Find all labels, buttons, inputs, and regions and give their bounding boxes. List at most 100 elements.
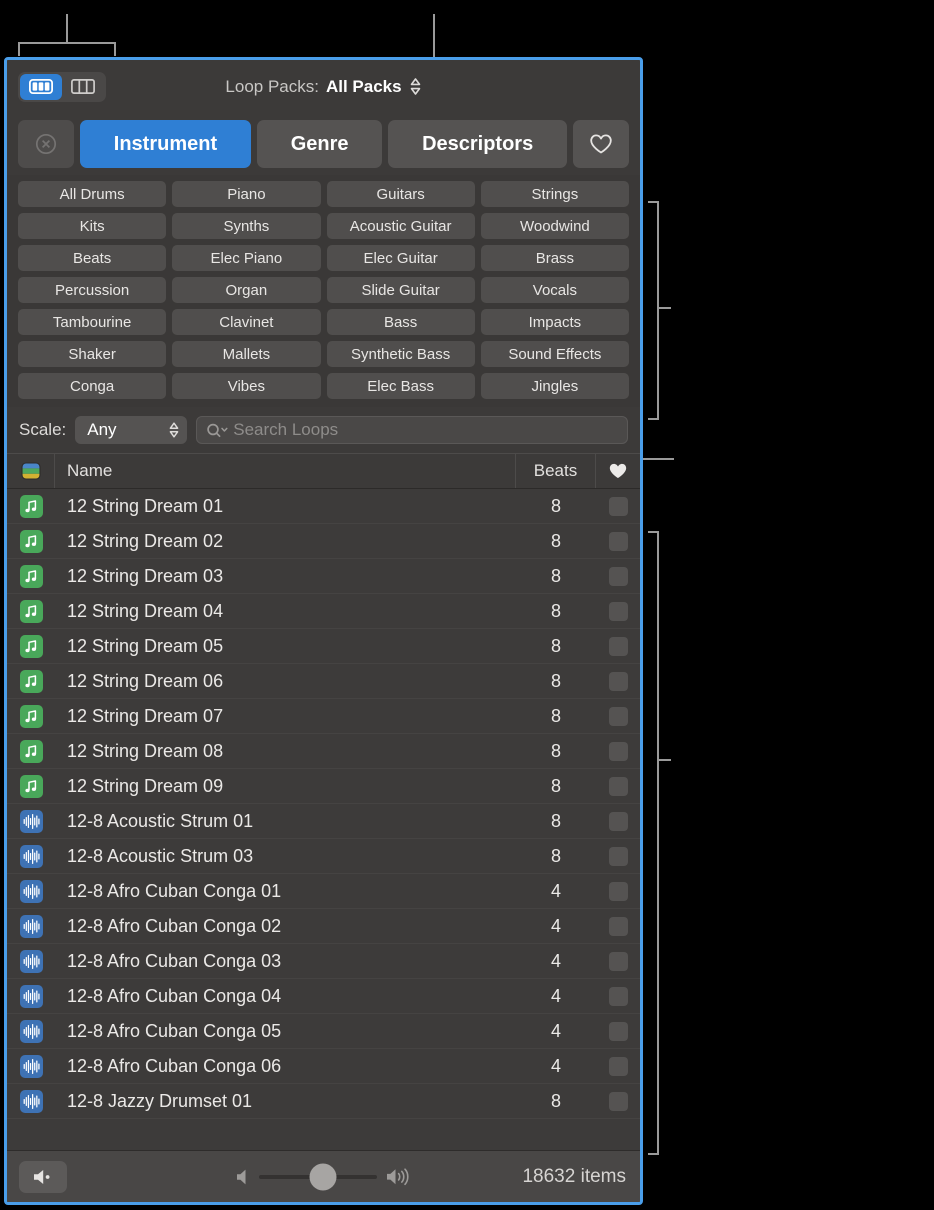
loop-row[interactable]: 12-8 Afro Cuban Conga 054	[7, 1014, 640, 1049]
category-button[interactable]: Elec Guitar	[327, 245, 475, 271]
favorite-checkbox[interactable]	[609, 847, 628, 866]
loop-row[interactable]: 12 String Dream 088	[7, 734, 640, 769]
favorite-checkbox[interactable]	[609, 672, 628, 691]
loop-beats: 4	[516, 1021, 596, 1042]
category-button[interactable]: Impacts	[481, 309, 629, 335]
category-button[interactable]: Guitars	[327, 181, 475, 207]
scale-search-row: Scale: Any Search Loops	[7, 407, 640, 453]
tab-descriptors[interactable]: Descriptors	[388, 120, 567, 168]
view-mode-segmented-control[interactable]	[18, 72, 106, 102]
category-button[interactable]: Piano	[172, 181, 320, 207]
favorite-checkbox[interactable]	[609, 637, 628, 656]
category-button[interactable]: Synthetic Bass	[327, 341, 475, 367]
loop-type-cell	[7, 495, 55, 518]
category-button[interactable]: Jingles	[481, 373, 629, 399]
favorite-checkbox[interactable]	[609, 497, 628, 516]
loop-packs-stepper[interactable]	[409, 77, 422, 96]
favorite-checkbox[interactable]	[609, 532, 628, 551]
category-button[interactable]: Elec Piano	[172, 245, 320, 271]
favorite-checkbox[interactable]	[609, 987, 628, 1006]
favorite-checkbox[interactable]	[609, 917, 628, 936]
loop-row[interactable]: 12-8 Jazzy Drumset 018	[7, 1084, 640, 1119]
tab-genre[interactable]: Genre	[257, 120, 382, 168]
volume-slider-knob[interactable]	[310, 1163, 337, 1190]
category-button[interactable]: Synths	[172, 213, 320, 239]
loop-favorite-cell	[596, 987, 640, 1006]
column-header-type[interactable]	[7, 454, 55, 488]
category-button[interactable]: Organ	[172, 277, 320, 303]
loop-row[interactable]: 12-8 Afro Cuban Conga 044	[7, 979, 640, 1014]
category-button[interactable]: Elec Bass	[327, 373, 475, 399]
loop-row[interactable]: 12-8 Acoustic Strum 038	[7, 839, 640, 874]
magnifier-icon	[206, 422, 228, 439]
category-button[interactable]: Mallets	[172, 341, 320, 367]
volume-slider[interactable]	[259, 1175, 377, 1179]
loop-row[interactable]: 12 String Dream 028	[7, 524, 640, 559]
favorite-checkbox[interactable]	[609, 777, 628, 796]
loop-row[interactable]: 12-8 Afro Cuban Conga 024	[7, 909, 640, 944]
favorites-filter-button[interactable]	[573, 120, 629, 168]
category-button[interactable]: Kits	[18, 213, 166, 239]
favorite-checkbox[interactable]	[609, 742, 628, 761]
category-button[interactable]: Bass	[327, 309, 475, 335]
category-button[interactable]: Brass	[481, 245, 629, 271]
loop-row[interactable]: 12 String Dream 068	[7, 664, 640, 699]
loop-row[interactable]: 12 String Dream 078	[7, 699, 640, 734]
loop-list[interactable]: 12 String Dream 01812 String Dream 02812…	[7, 489, 640, 1150]
clear-filters-button[interactable]	[18, 120, 74, 168]
category-button[interactable]: Clavinet	[172, 309, 320, 335]
category-button[interactable]: All Drums	[18, 181, 166, 207]
category-button[interactable]: Vibes	[172, 373, 320, 399]
loop-row[interactable]: 12 String Dream 038	[7, 559, 640, 594]
loop-name: 12-8 Afro Cuban Conga 06	[55, 1056, 516, 1077]
loop-row[interactable]: 12-8 Acoustic Strum 018	[7, 804, 640, 839]
loop-row[interactable]: 12-8 Afro Cuban Conga 034	[7, 944, 640, 979]
tab-instrument[interactable]: Instrument	[80, 120, 251, 168]
favorite-checkbox[interactable]	[609, 1022, 628, 1041]
loop-type-cell	[7, 635, 55, 658]
favorite-checkbox[interactable]	[609, 882, 628, 901]
speaker-low-icon	[235, 1167, 251, 1187]
category-button[interactable]: Conga	[18, 373, 166, 399]
grid-view-button[interactable]	[20, 74, 62, 100]
column-view-button[interactable]	[62, 74, 104, 100]
search-loops-field[interactable]: Search Loops	[196, 416, 628, 444]
category-button[interactable]: Acoustic Guitar	[327, 213, 475, 239]
loop-beats: 8	[516, 531, 596, 552]
category-button[interactable]: Vocals	[481, 277, 629, 303]
loop-row[interactable]: 12 String Dream 018	[7, 489, 640, 524]
loop-row[interactable]: 12-8 Afro Cuban Conga 014	[7, 874, 640, 909]
column-header-beats[interactable]: Beats	[516, 454, 596, 488]
category-button[interactable]: Woodwind	[481, 213, 629, 239]
favorite-checkbox[interactable]	[609, 1092, 628, 1111]
category-button[interactable]: Strings	[481, 181, 629, 207]
favorite-checkbox[interactable]	[609, 812, 628, 831]
favorite-checkbox[interactable]	[609, 1057, 628, 1076]
favorite-checkbox[interactable]	[609, 567, 628, 586]
loop-packs-value[interactable]: All Packs	[326, 77, 402, 97]
scale-popup-button[interactable]: Any	[75, 416, 187, 444]
loop-row[interactable]: 12-8 Afro Cuban Conga 064	[7, 1049, 640, 1084]
column-header-favorite[interactable]	[596, 454, 640, 488]
loop-type-cell	[7, 810, 55, 833]
loop-name: 12 String Dream 09	[55, 776, 516, 797]
column-header-name[interactable]: Name	[55, 454, 516, 488]
category-button[interactable]: Percussion	[18, 277, 166, 303]
category-button[interactable]: Tambourine	[18, 309, 166, 335]
category-button[interactable]: Shaker	[18, 341, 166, 367]
preview-play-button[interactable]	[19, 1161, 67, 1193]
favorite-checkbox[interactable]	[609, 952, 628, 971]
loop-favorite-cell	[596, 602, 640, 621]
loop-row[interactable]: 12 String Dream 058	[7, 629, 640, 664]
loop-row[interactable]: 12 String Dream 048	[7, 594, 640, 629]
favorite-checkbox[interactable]	[609, 707, 628, 726]
category-button[interactable]: Beats	[18, 245, 166, 271]
favorite-checkbox[interactable]	[609, 602, 628, 621]
category-button[interactable]: Slide Guitar	[327, 277, 475, 303]
annotation-bracket-viewtoggle-right-tick	[114, 42, 116, 56]
category-button[interactable]: Sound Effects	[481, 341, 629, 367]
audio-loop-badge	[20, 810, 43, 833]
loop-row[interactable]: 12 String Dream 098	[7, 769, 640, 804]
loop-name: 12 String Dream 01	[55, 496, 516, 517]
audio-waveform-icon	[22, 918, 41, 935]
